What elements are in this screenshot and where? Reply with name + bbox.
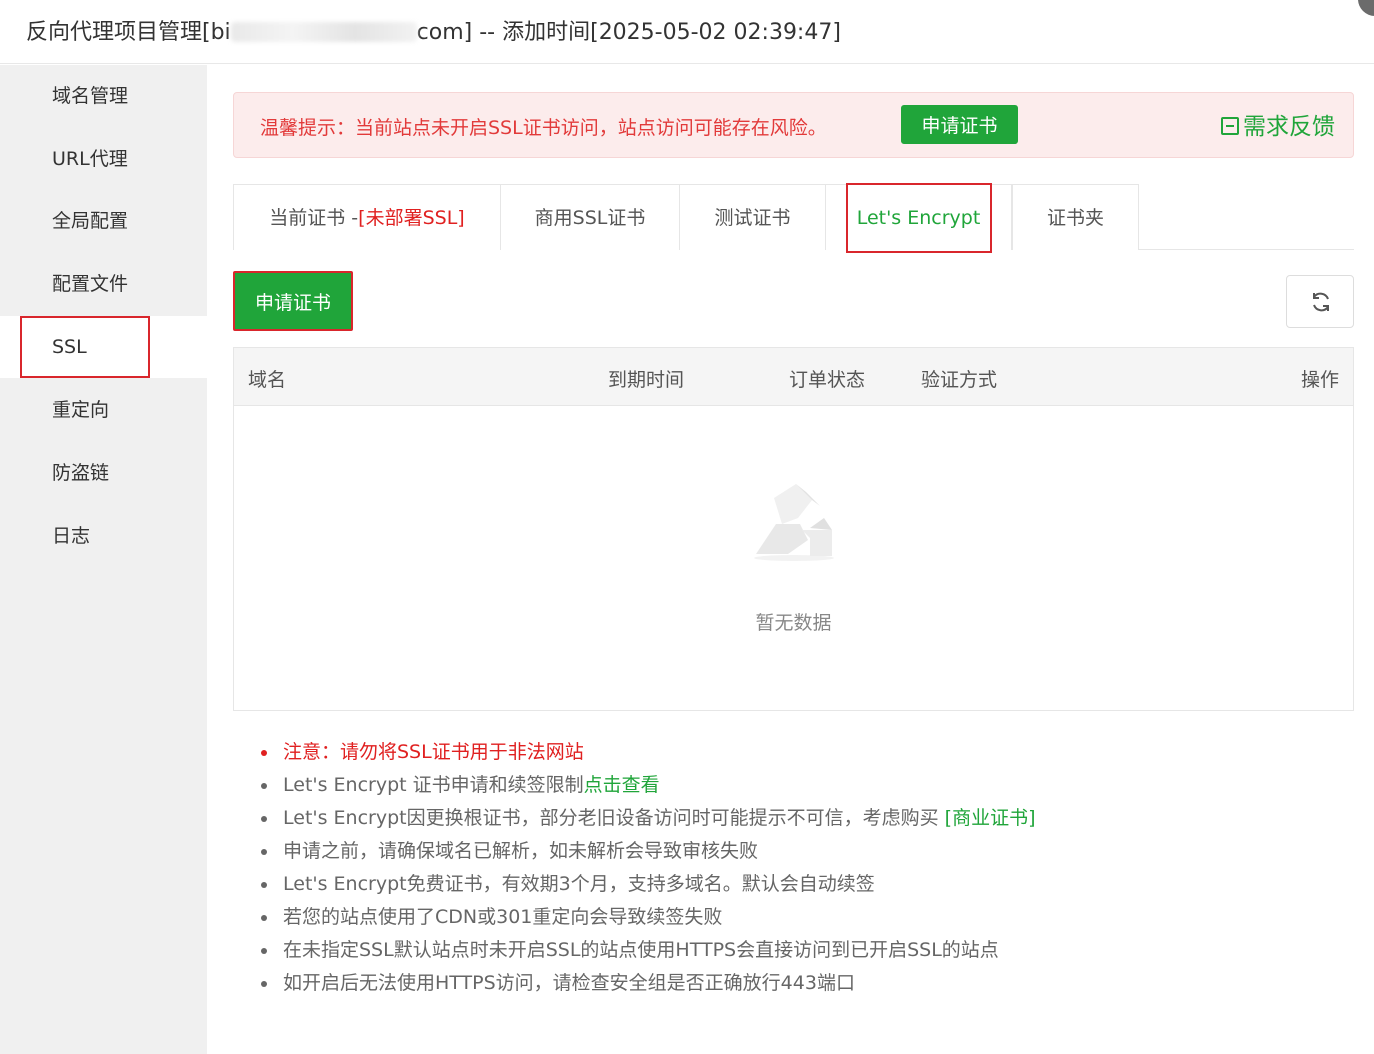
list-item: 注意：请勿将SSL证书用于非法网站: [259, 741, 1035, 774]
not-deployed-label: [未部署SSL]: [358, 207, 465, 229]
sidebar: 域名管理 URL代理 全局配置 配置文件 SSL 重定向 防盗链 日志: [0, 65, 207, 1054]
cert-table: 域名 到期时间 订单状态 验证方式 操作 暂无数据: [233, 347, 1354, 711]
notes-list: 注意：请勿将SSL证书用于非法网站 Let's Encrypt 证书申请和续签限…: [259, 741, 1035, 1005]
sidebar-item-log[interactable]: 日志: [0, 505, 207, 567]
tab-test-cert[interactable]: 测试证书: [679, 184, 826, 250]
col-domain: 域名: [248, 369, 287, 391]
ssl-tabs: 当前证书 -[未部署SSL] 商用SSL证书 测试证书 Let's Encryp…: [233, 183, 1354, 253]
highlight-box: [20, 316, 150, 378]
list-item: 申请之前，请确保域名已解析，如未解析会导致审核失败: [259, 840, 1035, 873]
edit-icon: [1221, 117, 1239, 135]
main-panel: 温馨提示：当前站点未开启SSL证书访问，站点访问可能存在风险。 申请证书 需求反…: [207, 65, 1374, 1054]
list-item: 在未指定SSL默认站点时未开启SSL的站点使用HTTPS会直接访问到已开启SSL…: [259, 939, 1035, 972]
sidebar-item-global-config[interactable]: 全局配置: [0, 190, 207, 252]
tab-current-cert[interactable]: 当前证书 -[未部署SSL]: [233, 184, 501, 250]
alert-text: 温馨提示：当前站点未开启SSL证书访问，站点访问可能存在风险。: [260, 117, 827, 139]
col-actions: 操作: [1300, 369, 1339, 391]
title-suffix: com] -- 添加时间[2025-05-02 02:39:47]: [416, 20, 841, 45]
window-close-icon[interactable]: [1358, 0, 1374, 16]
list-item: Let's Encrypt 证书申请和续签限制点击查看: [259, 774, 1035, 807]
tab-lets-encrypt[interactable]: Let's Encrypt: [825, 183, 1012, 253]
sidebar-item-redirect[interactable]: 重定向: [0, 379, 207, 441]
tab-cert-folder[interactable]: 证书夹: [1012, 184, 1139, 250]
redacted-domain: [230, 22, 417, 42]
highlight-box: [846, 183, 992, 253]
col-order-status: 订单状态: [789, 369, 866, 391]
sidebar-item-ssl[interactable]: SSL: [0, 316, 207, 378]
apply-cert-button[interactable]: 申请证书: [233, 271, 353, 331]
tab-commercial-ssl[interactable]: 商用SSL证书: [500, 184, 680, 250]
sidebar-item-url-proxy[interactable]: URL代理: [0, 128, 207, 190]
alert-apply-cert-button[interactable]: 申请证书: [901, 105, 1018, 144]
commercial-cert-link[interactable]: [商业证书]: [945, 807, 1036, 829]
feedback-link[interactable]: 需求反馈: [1221, 107, 1335, 141]
empty-box-icon: [754, 484, 834, 561]
empty-text: 暂无数据: [755, 612, 832, 634]
col-expiry: 到期时间: [608, 369, 685, 391]
list-item: Let's Encrypt免费证书，有效期3个月，支持多域名。默认会自动续签: [259, 873, 1035, 906]
list-item: 如开启后无法使用HTTPS访问，请检查安全组是否正确放行443端口: [259, 972, 1035, 1005]
title-prefix: 反向代理项目管理[bi: [26, 20, 231, 45]
refresh-icon: [1313, 292, 1329, 312]
sidebar-item-hotlink[interactable]: 防盗链: [0, 442, 207, 504]
view-limits-link[interactable]: 点击查看: [584, 774, 660, 796]
sidebar-item-domain[interactable]: 域名管理: [0, 65, 207, 127]
sidebar-item-config-file[interactable]: 配置文件: [0, 253, 207, 315]
ssl-warning-alert: 温馨提示：当前站点未开启SSL证书访问，站点访问可能存在风险。 申请证书 需求反…: [233, 92, 1354, 158]
window-titlebar: 反向代理项目管理[bi com] -- 添加时间[2025-05-02 02:39…: [0, 0, 1374, 64]
col-verify-method: 验证方式: [921, 369, 998, 391]
refresh-button[interactable]: [1286, 275, 1354, 328]
list-item: 若您的站点使用了CDN或301重定向会导致续签失败: [259, 906, 1035, 939]
window-title: 反向代理项目管理[bi com] -- 添加时间[2025-05-02 02:39…: [26, 14, 841, 46]
table-header: 域名 到期时间 订单状态 验证方式 操作: [234, 348, 1353, 406]
list-item: Let's Encrypt因更换根证书，部分老旧设备访问时可能提示不可信，考虑购…: [259, 807, 1035, 840]
